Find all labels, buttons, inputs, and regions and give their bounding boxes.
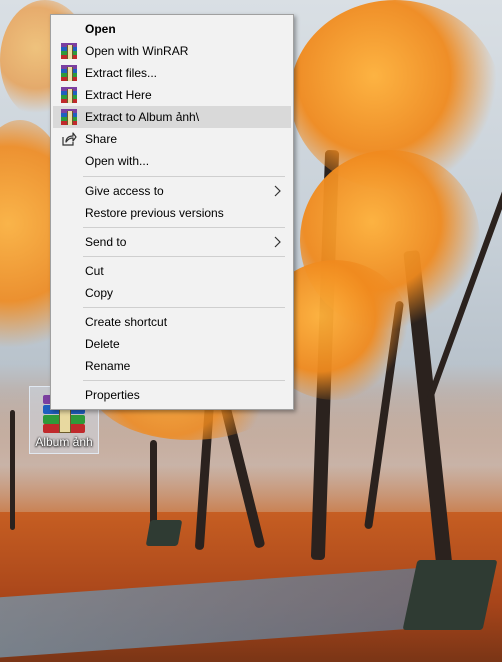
winrar-icon <box>61 65 77 81</box>
menu-item-label: Extract files... <box>85 66 158 80</box>
menu-item-create-shortcut[interactable]: Create shortcut <box>53 311 291 333</box>
menu-item-label: Restore previous versions <box>85 206 224 220</box>
chevron-right-icon <box>274 236 281 248</box>
menu-item-label: Rename <box>85 359 131 373</box>
menu-item-rename[interactable]: Rename <box>53 355 291 377</box>
menu-item-send-to[interactable]: Send to <box>53 231 291 253</box>
menu-item-cut[interactable]: Cut <box>53 260 291 282</box>
menu-item-give-access-to[interactable]: Give access to <box>53 180 291 202</box>
menu-item-label: Cut <box>85 264 104 278</box>
menu-item-share[interactable]: Share <box>53 128 291 150</box>
menu-separator <box>83 176 285 177</box>
park-bench <box>145 520 183 546</box>
menu-item-label: Properties <box>85 388 140 402</box>
menu-item-label: Create shortcut <box>85 315 168 329</box>
menu-item-label: Give access to <box>85 184 164 198</box>
winrar-icon <box>61 43 77 59</box>
menu-item-label: Share <box>85 132 118 146</box>
menu-item-label: Delete <box>85 337 120 351</box>
menu-item-extract-files[interactable]: Extract files... <box>53 62 291 84</box>
menu-item-extract-to-folder[interactable]: Extract to Album ảnh\ <box>53 106 291 128</box>
menu-item-extract-here[interactable]: Extract Here <box>53 84 291 106</box>
menu-separator <box>83 380 285 381</box>
winrar-icon <box>61 87 77 103</box>
menu-item-label: Open with WinRAR <box>85 44 189 58</box>
menu-item-restore-previous-versions[interactable]: Restore previous versions <box>53 202 291 224</box>
menu-item-open[interactable]: Open <box>53 18 291 40</box>
menu-item-label: Open <box>85 22 116 36</box>
menu-item-delete[interactable]: Delete <box>53 333 291 355</box>
menu-separator <box>83 256 285 257</box>
share-icon <box>62 132 77 146</box>
context-menu: Open Open with WinRAR Extract files... E… <box>50 14 294 410</box>
menu-item-label: Send to <box>85 235 127 249</box>
menu-separator <box>83 307 285 308</box>
menu-item-open-with-winrar[interactable]: Open with WinRAR <box>53 40 291 62</box>
menu-item-label: Extract Here <box>85 88 152 102</box>
tree-trunk <box>10 410 15 530</box>
menu-item-copy[interactable]: Copy <box>53 282 291 304</box>
menu-separator <box>83 227 285 228</box>
chevron-right-icon <box>274 185 281 197</box>
winrar-icon <box>61 109 77 125</box>
menu-item-label: Copy <box>85 286 114 300</box>
park-bench <box>402 560 498 630</box>
menu-item-label: Open with... <box>85 154 150 168</box>
menu-item-label: Extract to Album ảnh\ <box>85 110 200 124</box>
menu-item-open-with[interactable]: Open with... <box>53 150 291 172</box>
desktop: ! Album ảnh Open Open with WinRAR <box>0 0 502 662</box>
desktop-icon-label: Album ảnh <box>35 435 93 449</box>
menu-item-properties[interactable]: Properties <box>53 384 291 406</box>
